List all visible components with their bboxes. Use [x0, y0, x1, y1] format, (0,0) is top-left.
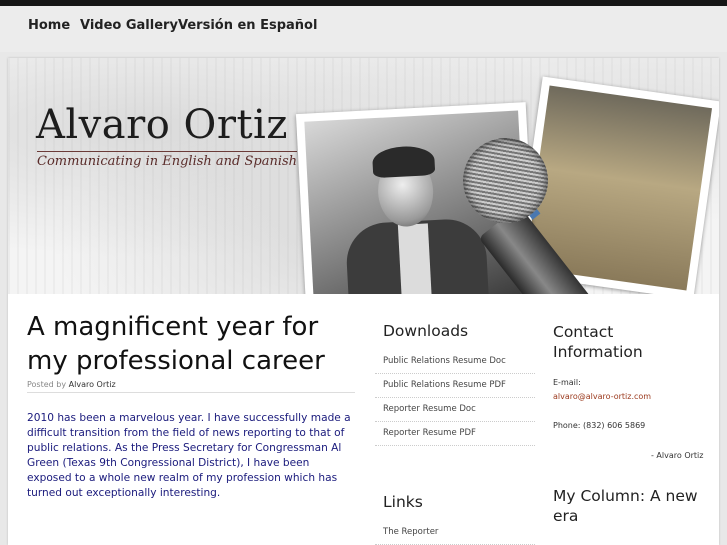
- posted-by-label: Posted by: [27, 380, 67, 389]
- nav-video-gallery[interactable]: Video Gallery: [80, 18, 178, 33]
- email-label: E-mail:: [553, 378, 581, 387]
- downloads-list: Public Relations Resume Doc Public Relat…: [375, 350, 535, 446]
- post-title[interactable]: A magnificent year for my professional c…: [27, 310, 347, 378]
- download-pr-resume-pdf[interactable]: Public Relations Resume PDF: [375, 374, 535, 398]
- links-list: The Reporter: [375, 521, 535, 545]
- site-tagline: Communicating in English and Spanish: [37, 151, 298, 169]
- nav-home[interactable]: Home: [28, 18, 70, 33]
- download-reporter-resume-doc[interactable]: Reporter Resume Doc: [375, 398, 535, 422]
- link-the-reporter[interactable]: The Reporter: [375, 521, 535, 545]
- page-container: Alvaro Ortiz Communicating in English an…: [8, 58, 719, 545]
- links-heading: Links: [383, 493, 423, 511]
- post-author[interactable]: Alvaro Ortiz: [69, 380, 116, 389]
- post-body: 2010 has been a marvelous year. I have s…: [27, 412, 351, 499]
- phone-number: Phone: (832) 606 5869: [553, 421, 646, 430]
- email-link[interactable]: alvaro@alvaro-ortiz.com: [553, 392, 651, 401]
- contact-heading: Contact Information: [553, 323, 643, 361]
- site-title[interactable]: Alvaro Ortiz: [36, 102, 288, 148]
- nav-spanish-version[interactable]: Versión en Español: [178, 18, 317, 33]
- contact-signature: - Alvaro Ortiz: [651, 451, 704, 460]
- column-heading[interactable]: My Column: A new era: [553, 486, 713, 526]
- main-nav: Home Video Gallery Versión en Español: [0, 6, 727, 52]
- download-pr-resume-doc[interactable]: Public Relations Resume Doc: [375, 350, 535, 374]
- downloads-heading: Downloads: [383, 322, 469, 340]
- post-meta: Posted by Alvaro Ortiz: [27, 380, 355, 393]
- download-reporter-resume-pdf[interactable]: Reporter Resume PDF: [375, 422, 535, 446]
- site-header: Alvaro Ortiz Communicating in English an…: [8, 58, 719, 294]
